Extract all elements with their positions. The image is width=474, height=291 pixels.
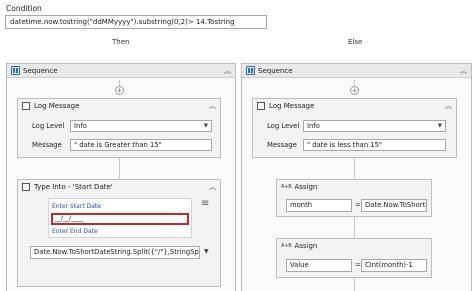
- assign-icon: A+B: [281, 183, 292, 190]
- collapse-icon[interactable]: ︽: [209, 101, 216, 111]
- else-sequence-header[interactable]: Sequence ︽: [242, 64, 471, 78]
- assign-title: Assign: [294, 241, 318, 250]
- log-icon: [257, 101, 265, 110]
- collapse-icon[interactable]: ︽: [460, 66, 467, 76]
- log-level-select[interactable]: Info ▼: [70, 120, 212, 132]
- type-into-title: Type Into - 'Start Date': [34, 182, 113, 191]
- add-activity-icon[interactable]: +: [350, 86, 359, 95]
- message-field[interactable]: " date is Greater than 15": [70, 139, 212, 151]
- dropdown-arrow-icon: ▼: [203, 123, 208, 129]
- message-label: Message: [267, 141, 297, 149]
- then-sequence-title: Sequence: [23, 66, 58, 75]
- assign-value-field[interactable]: CInt(month)-1: [361, 259, 427, 272]
- screenshot-field-text: __/__/____: [55, 215, 84, 222]
- else-log-message[interactable]: Log Message ︽ Log Level Info ▼ Message "…: [252, 98, 457, 158]
- then-type-into[interactable]: Type Into - 'Start Date' ︽ Enter Start D…: [17, 179, 221, 287]
- target-highlight: __/__/____: [51, 213, 189, 225]
- sequence-icon: [246, 66, 255, 75]
- log-level-label: Log Level: [267, 122, 300, 130]
- log-level-label: Log Level: [32, 122, 65, 130]
- then-log-message-title: Log Message: [34, 101, 80, 110]
- target-screenshot[interactable]: Enter Start Date __/__/____ Enter End Da…: [48, 198, 192, 238]
- equals-sign: =: [355, 201, 361, 209]
- log-level-select[interactable]: Info ▼: [303, 120, 446, 132]
- else-assign-month[interactable]: A+B Assign month = Date.Now.ToShortI: [276, 179, 432, 217]
- dropdown-arrow-icon[interactable]: ▼: [204, 248, 209, 255]
- assign-header[interactable]: A+B Assign: [277, 180, 431, 193]
- screenshot-end-label: Enter End Date: [52, 228, 98, 235]
- collapse-icon[interactable]: ︽: [224, 66, 231, 76]
- assign-icon: A+B: [281, 242, 292, 249]
- message-label: Message: [32, 141, 62, 149]
- connector-line: [354, 278, 355, 291]
- condition-label: Condition: [6, 4, 42, 13]
- assign-to-field[interactable]: Value: [286, 259, 352, 272]
- else-assign-value[interactable]: A+B Assign Value = CInt(month)-1: [276, 238, 432, 278]
- connector-line: [354, 217, 355, 238]
- assign-header[interactable]: A+B Assign: [277, 239, 431, 252]
- else-log-message-header[interactable]: Log Message ︽: [253, 99, 456, 112]
- assign-title: Assign: [294, 182, 318, 191]
- collapse-icon[interactable]: ︽: [209, 182, 216, 192]
- dropdown-arrow-icon: ▼: [437, 123, 442, 129]
- connector-line: [119, 158, 120, 179]
- keyboard-icon: [22, 182, 30, 191]
- else-label: Else: [348, 38, 363, 46]
- add-activity-icon[interactable]: +: [115, 86, 124, 95]
- then-label: Then: [112, 38, 130, 46]
- then-log-message-header[interactable]: Log Message ︽: [18, 99, 220, 112]
- type-into-text-field[interactable]: Date.Now.ToShortDateString.Split({"/"},S…: [30, 246, 200, 259]
- else-sequence-title: Sequence: [258, 66, 293, 75]
- collapse-icon[interactable]: ︽: [445, 101, 452, 111]
- assign-value-field[interactable]: Date.Now.ToShortI: [361, 199, 427, 212]
- then-sequence-header[interactable]: Sequence ︽: [7, 64, 235, 78]
- sequence-icon: [11, 66, 20, 75]
- type-into-header[interactable]: Type Into - 'Start Date' ︽: [18, 180, 220, 193]
- connector-line: [354, 158, 355, 179]
- message-field[interactable]: " date is less than 15": [303, 139, 446, 151]
- condition-input[interactable]: datetime.now.tostring("ddMMyyyy").substr…: [5, 15, 267, 29]
- log-level-value: Info: [307, 122, 320, 130]
- assign-to-field[interactable]: month: [286, 199, 352, 212]
- screenshot-start-label: Enter Start Date: [52, 203, 101, 210]
- log-icon: [22, 101, 30, 110]
- menu-icon[interactable]: ≡: [201, 198, 209, 209]
- then-log-message[interactable]: Log Message ︽ Log Level Info ▼ Message "…: [17, 98, 221, 158]
- equals-sign: =: [355, 261, 361, 269]
- log-level-value: Info: [74, 122, 87, 130]
- else-log-message-title: Log Message: [269, 101, 315, 110]
